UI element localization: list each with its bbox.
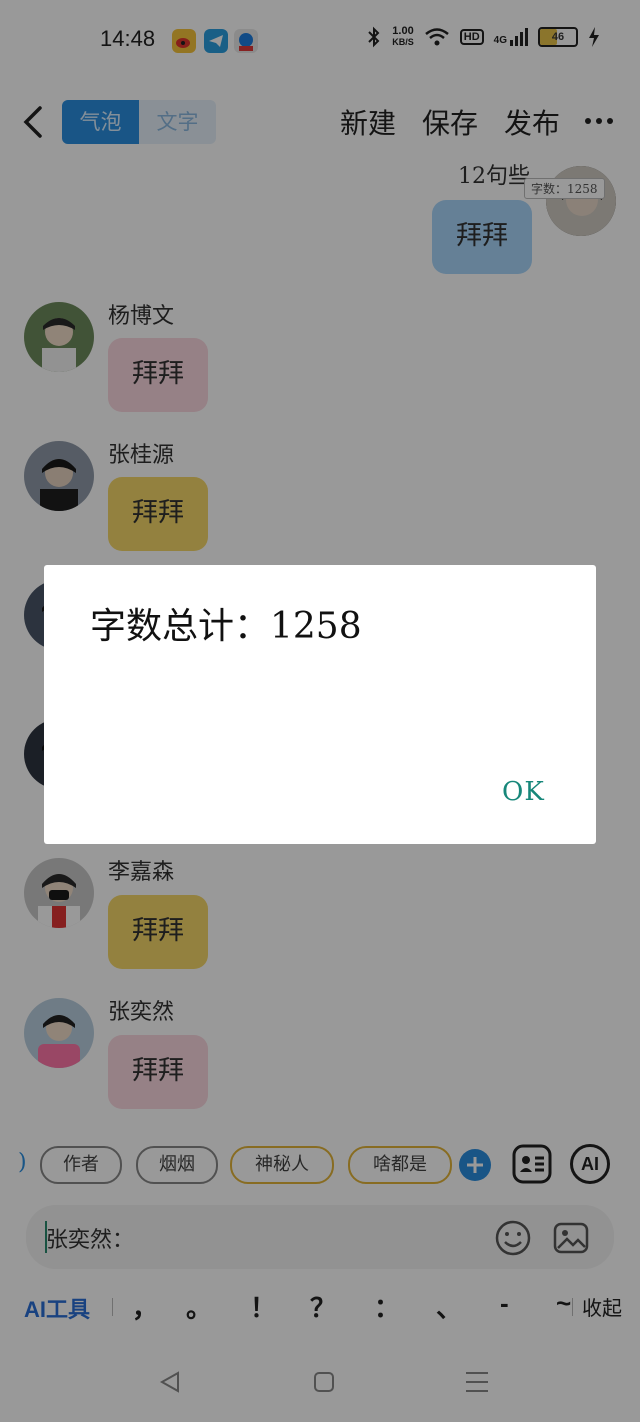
word-count-dialog: 字数总计：1258 OK	[44, 565, 596, 844]
dialog-message: 字数总计：1258	[90, 606, 362, 647]
ok-button[interactable]: OK	[502, 777, 545, 807]
